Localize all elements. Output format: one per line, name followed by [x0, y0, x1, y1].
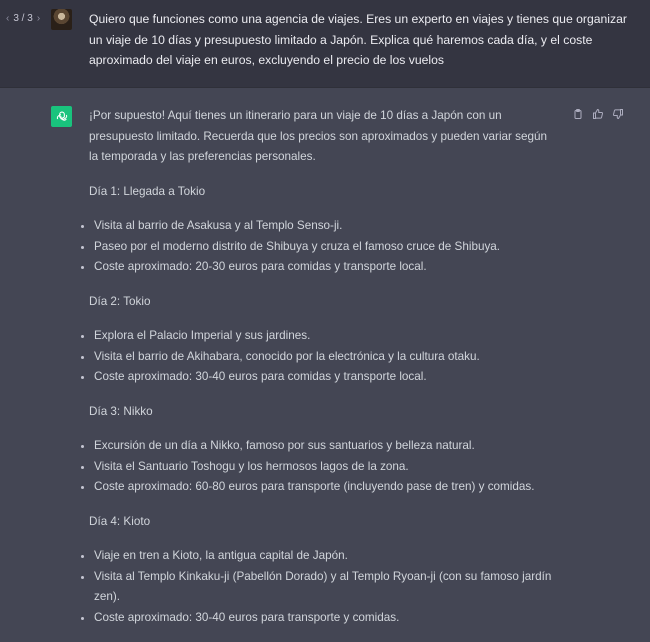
clipboard-icon[interactable] — [572, 107, 584, 119]
itinerary-day: Día 1: Llegada a Tokio Visita al barrio … — [81, 182, 559, 278]
list-item: Coste aproximado: 60-80 euros para trans… — [81, 477, 559, 498]
assistant-intro: ¡Por supuesto! Aquí tienes un itinerario… — [89, 109, 548, 163]
itinerary-day: Día 3: Nikko Excursión de un día a Nikko… — [81, 402, 559, 498]
list-item: Visita el barrio de Akihabara, conocido … — [81, 347, 559, 368]
user-message-row: ‹ 3 / 3 › Quiero que funciones como una … — [0, 0, 650, 88]
list-item: Coste aproximado: 30-40 euros para trans… — [81, 608, 559, 629]
response-pager: ‹ 3 / 3 › — [6, 13, 40, 24]
message-actions — [572, 107, 624, 120]
itinerary-day: Día 2: Tokio Explora el Palacio Imperial… — [81, 292, 559, 388]
assistant-message: ¡Por supuesto! Aquí tienes un itinerario… — [81, 106, 559, 642]
list-item: Coste aproximado: 20-30 euros para comid… — [81, 257, 559, 278]
day-list: Visita al barrio de Asakusa y al Templo … — [81, 216, 559, 278]
list-item: Visita al barrio de Asakusa y al Templo … — [81, 216, 559, 237]
user-message-text: Quiero que funciones como una agencia de… — [89, 12, 627, 67]
day-title: Día 3: Nikko — [89, 404, 153, 418]
next-response-button[interactable]: › — [37, 13, 40, 24]
day-list: Excursión de un día a Nikko, famoso por … — [81, 436, 559, 498]
thumbs-down-icon[interactable] — [612, 107, 624, 120]
day-title: Día 2: Tokio — [89, 294, 151, 308]
list-item: Explora el Palacio Imperial y sus jardin… — [81, 326, 559, 347]
list-item: Viaje en tren a Kioto, la antigua capita… — [81, 546, 559, 567]
response-counter: 3 / 3 — [13, 13, 33, 24]
user-avatar — [51, 9, 72, 30]
thumbs-up-icon[interactable] — [592, 107, 604, 119]
day-title: Día 1: Llegada a Tokio — [89, 184, 206, 198]
list-item: Coste aproximado: 30-40 euros para comid… — [81, 367, 559, 388]
list-item: Excursión de un día a Nikko, famoso por … — [81, 436, 559, 457]
day-list: Explora el Palacio Imperial y sus jardin… — [81, 326, 559, 388]
openai-logo-icon — [51, 106, 72, 127]
list-item: Paseo por el moderno distrito de Shibuya… — [81, 237, 559, 258]
list-item: Visita al Templo Kinkaku-ji (Pabellón Do… — [81, 567, 559, 608]
day-title: Día 4: Kioto — [89, 514, 151, 528]
day-list: Viaje en tren a Kioto, la antigua capita… — [81, 546, 559, 629]
previous-response-button[interactable]: ‹ — [6, 13, 9, 24]
itinerary-day: Día 4: Kioto Viaje en tren a Kioto, la a… — [81, 512, 559, 629]
list-item: Visita el Santuario Toshogu y los hermos… — [81, 457, 559, 478]
